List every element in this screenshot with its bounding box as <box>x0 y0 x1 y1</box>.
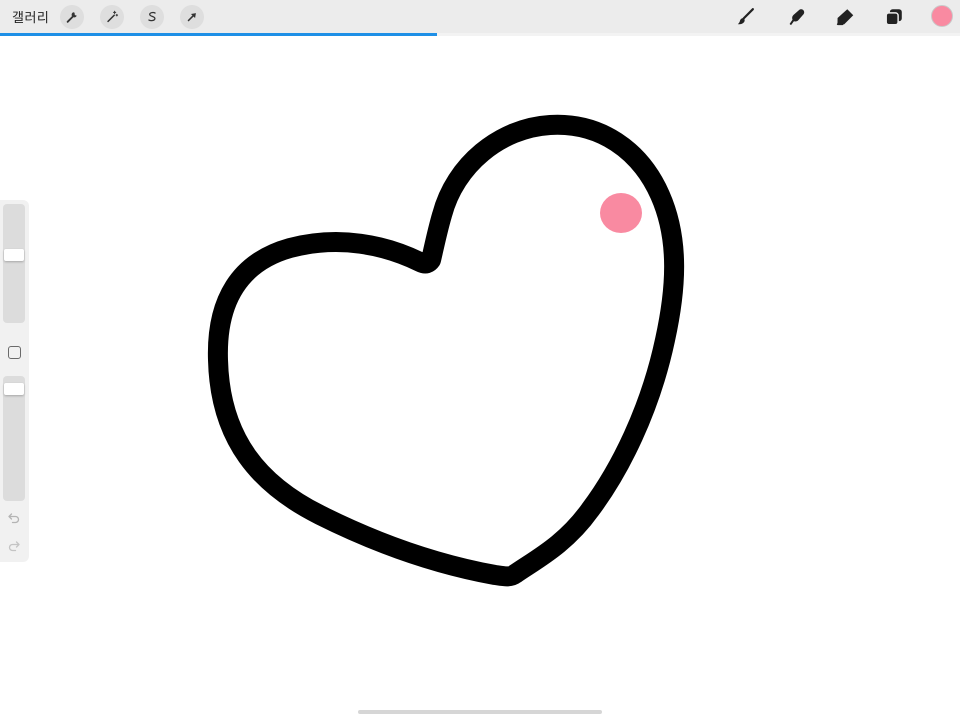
drawing-canvas[interactable] <box>0 36 960 720</box>
pink-paint-dot <box>600 193 642 233</box>
magic-wand-icon <box>107 10 119 23</box>
home-indicator <box>358 710 602 714</box>
gallery-button[interactable]: 갤러리 <box>12 7 49 26</box>
smudge-finger-icon <box>789 9 805 26</box>
transform-button[interactable] <box>180 5 204 29</box>
top-toolbar: 갤러리 <box>0 0 960 34</box>
selection-s-icon <box>148 11 156 22</box>
eraser-icon <box>836 9 854 26</box>
layers-button[interactable] <box>881 4 907 30</box>
arrow-cursor-icon <box>187 13 196 22</box>
wrench-icon <box>66 12 77 23</box>
actions-button[interactable] <box>60 5 84 29</box>
adjustments-button[interactable] <box>100 5 124 29</box>
paint-button[interactable] <box>733 4 759 30</box>
color-swatch[interactable] <box>931 5 953 27</box>
heart-outline-stroke <box>207 114 685 587</box>
smudge-button[interactable] <box>783 4 809 30</box>
brush-icon <box>737 8 754 25</box>
layers-icon <box>885 9 902 26</box>
erase-button[interactable] <box>832 4 858 30</box>
selection-button[interactable] <box>140 5 164 29</box>
